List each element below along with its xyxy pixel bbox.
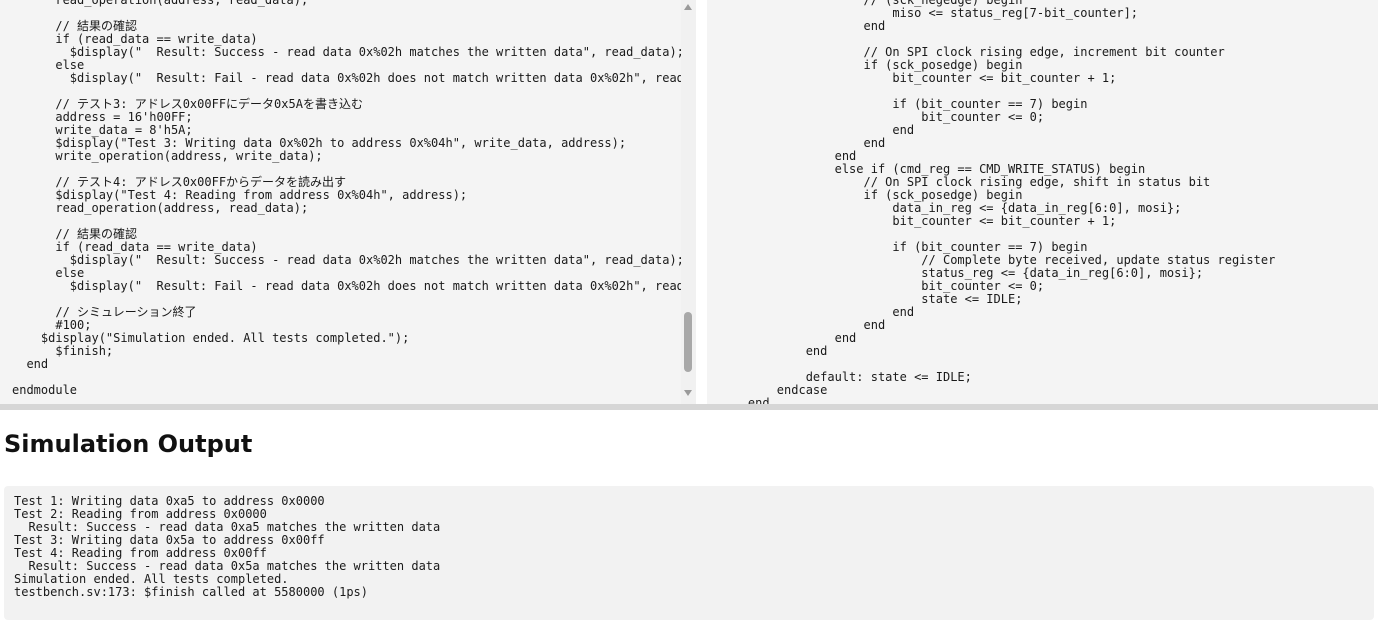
- panel-bottom-border: [0, 404, 1378, 410]
- testbench-code-panel[interactable]: read_operation(address, read_data); // 結…: [0, 0, 684, 405]
- testbench-code[interactable]: read_operation(address, read_data); // 結…: [12, 0, 684, 397]
- design-code-panel[interactable]: // (sck_negedge) begin miso <= status_re…: [707, 0, 1378, 405]
- scrollbar-thumb[interactable]: [684, 312, 692, 372]
- scroll-down-arrow-icon[interactable]: [684, 390, 692, 396]
- pane-divider: [697, 0, 707, 405]
- simulation-output-text: Test 1: Writing data 0xa5 to address 0x0…: [14, 494, 441, 599]
- simulation-output-box: Test 1: Writing data 0xa5 to address 0x0…: [4, 486, 1374, 620]
- testbench-code-scrollbar[interactable]: [681, 0, 696, 405]
- design-code[interactable]: // (sck_negedge) begin miso <= status_re…: [719, 0, 1275, 405]
- scroll-up-arrow-icon[interactable]: [684, 4, 692, 10]
- simulation-output-heading: Simulation Output: [4, 430, 253, 458]
